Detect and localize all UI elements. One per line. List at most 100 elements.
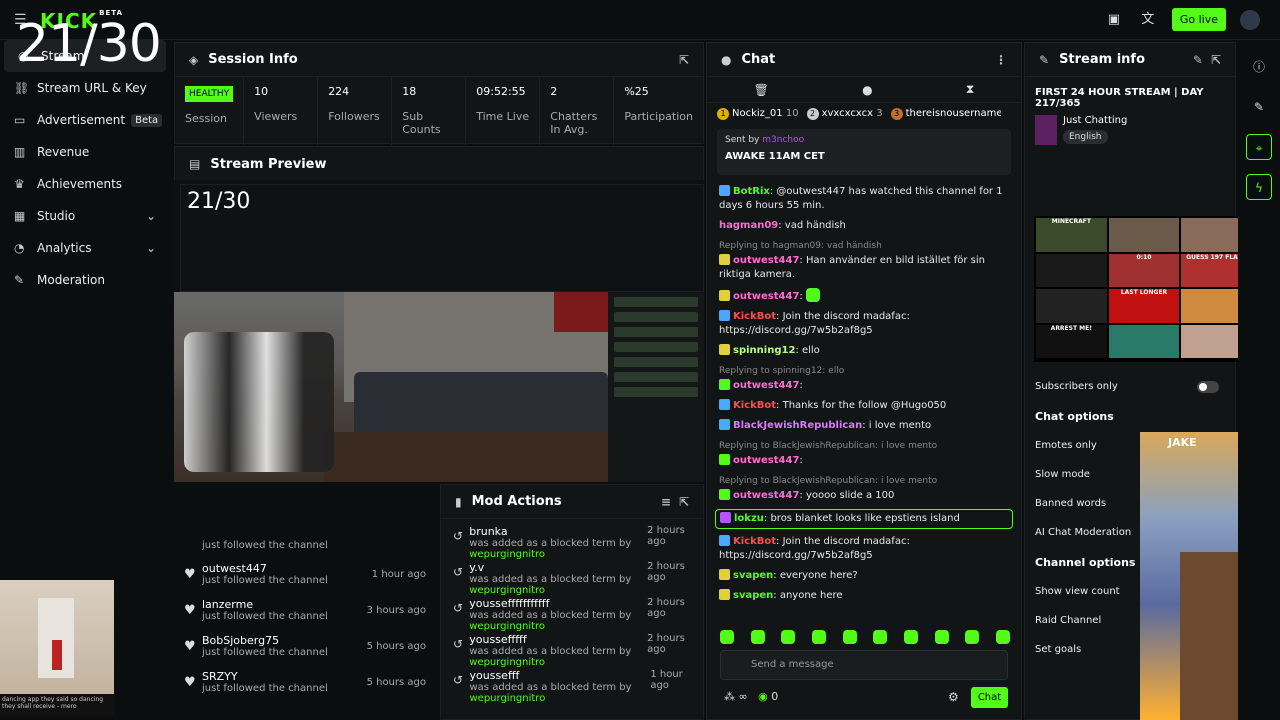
go-live-button[interactable]: Go live: [1171, 8, 1226, 31]
leader-3[interactable]: 3thereisnousernamedа: [890, 108, 1001, 120]
category[interactable]: Just Chatting English: [1025, 115, 1235, 145]
filter-icon[interactable]: ≡: [661, 495, 671, 509]
option-label: Subscribers only: [1035, 381, 1118, 392]
sidebar-item-moderation[interactable]: ✎ Moderation: [0, 264, 170, 296]
translate-icon[interactable]: 文: [1138, 10, 1158, 30]
thumb: ARREST ME!: [1036, 324, 1107, 358]
link-icon: ⛓: [14, 81, 30, 95]
sidebar-item-advertisement[interactable]: ▭ Advertisement Beta: [0, 104, 170, 136]
leader-2[interactable]: 2 xvxcxcxcx 3: [806, 108, 883, 120]
popout-icon[interactable]: ⇱: [679, 495, 689, 509]
chat-message: svapen: anyone here: [719, 589, 1009, 603]
ad-icon: ▭: [14, 113, 26, 127]
wrench-icon: ✎: [14, 273, 25, 287]
chat-username[interactable]: outwest447: [733, 455, 799, 466]
emote-icon[interactable]: [995, 630, 1010, 644]
rank-3-badge: 3: [890, 108, 903, 120]
sidebar-item-achievements[interactable]: ♛ Achievements: [0, 168, 170, 200]
emote-icon[interactable]: [873, 630, 888, 644]
badge-icon: [719, 419, 730, 430]
chat-username[interactable]: hagman09: [719, 220, 778, 231]
cam-caption: dancing app they said so dancing they sh…: [0, 694, 114, 716]
mod-name[interactable]: wepurgingnitro: [469, 657, 545, 668]
edit-icon[interactable]: ✎: [1193, 53, 1203, 67]
sidebar-item-stream-url-key[interactable]: ⛓ Stream URL & Key: [0, 72, 170, 104]
emote-icon[interactable]: [750, 630, 765, 644]
send-message-input[interactable]: Send a message: [720, 650, 1008, 680]
mod-name[interactable]: wepurgingnitro: [470, 693, 546, 704]
avatar[interactable]: [1240, 9, 1260, 30]
chat-username[interactable]: outwest447: [733, 490, 799, 501]
desc-text: was added as a blocked term by: [469, 610, 632, 621]
emote-icon[interactable]: [781, 630, 796, 644]
undo-icon[interactable]: ↺: [453, 525, 469, 549]
desc-text: was added as a blocked term by: [469, 538, 632, 549]
emote-icon[interactable]: [965, 630, 980, 644]
undo-icon[interactable]: ↺: [453, 597, 469, 621]
lightning-icon[interactable]: ϟ: [1246, 174, 1272, 200]
follower-name: outwest447: [202, 562, 267, 575]
mod-action-desc: was added as a blocked term by wepurging…: [469, 646, 647, 668]
chat-bubble-icon[interactable]: ●: [862, 83, 872, 97]
chat-username[interactable]: BotRix: [733, 186, 770, 197]
mod-name[interactable]: wepurgingnitro: [469, 585, 545, 596]
chevron-down-icon: ⌄: [145, 241, 156, 255]
heart-icon: ♥: [184, 674, 196, 690]
chat-text: ello: [801, 345, 820, 356]
mod-name[interactable]: wepurgingnitro: [469, 549, 545, 560]
theater-icon[interactable]: ▣: [1104, 10, 1124, 30]
trash-icon[interactable]: 🗑: [754, 83, 769, 97]
trophy-icon: ♛: [14, 177, 25, 191]
popout-icon[interactable]: ⇱: [1211, 53, 1221, 67]
category-name: Just Chatting: [1063, 115, 1128, 126]
chat-message-highlighted: lokzu: bros blanket looks like epstiens …: [715, 509, 1013, 529]
emote-icon[interactable]: [934, 630, 949, 644]
emote-icon[interactable]: [842, 630, 857, 644]
timestamp: 3 hours ago: [366, 604, 426, 616]
chat-text: i love mento: [868, 420, 932, 431]
emote-icon[interactable]: [720, 630, 734, 644]
chat-username[interactable]: outwest447: [733, 291, 799, 302]
hourglass-icon[interactable]: ⧗: [966, 82, 974, 97]
leader-1[interactable]: 1 Nockiz_01 10: [717, 108, 799, 120]
game-player-name: JAKE: [1168, 436, 1197, 449]
stream-preview-video[interactable]: 21/30: [174, 180, 704, 482]
pencil-icon[interactable]: ✎: [1246, 94, 1272, 120]
chat-send-button[interactable]: Chat: [971, 687, 1008, 708]
chat-username[interactable]: svapen: [733, 570, 773, 581]
chat-username[interactable]: BlackJewishRepublican: [733, 420, 862, 431]
mod-action-text: youssefff was added as a blocked term by …: [470, 669, 651, 704]
emote-icon[interactable]: [903, 630, 918, 644]
emote-icon[interactable]: [811, 630, 826, 644]
chat-username[interactable]: lokzu: [734, 513, 764, 524]
chat-username[interactable]: svapen: [733, 590, 773, 601]
gear-icon[interactable]: ⚙: [948, 690, 959, 704]
undo-icon[interactable]: ↺: [453, 669, 470, 693]
chat-username[interactable]: spinning12: [733, 345, 795, 356]
undo-icon[interactable]: ↺: [453, 561, 469, 585]
chat-footer-left: ⁂ ∞ ◉ 0: [724, 690, 778, 703]
info-icon[interactable]: ⓘ: [1246, 54, 1272, 80]
chat-username[interactable]: outwest447: [733, 380, 799, 391]
sidebar-item-revenue[interactable]: ▥ Revenue: [0, 136, 170, 168]
follower-name: BobSjoberg75: [202, 634, 280, 647]
more-icon[interactable]: ⋮: [995, 53, 1007, 67]
users-icon[interactable]: ⁂ ∞: [724, 690, 748, 703]
chat-username[interactable]: outwest447: [733, 255, 799, 266]
badge-icon: [719, 399, 730, 410]
sidebar-item-studio[interactable]: ▦ Studio ⌄: [0, 200, 170, 232]
mod-name[interactable]: wepurgingnitro: [469, 621, 545, 632]
popout-icon[interactable]: ⇱: [679, 53, 689, 67]
chat-username[interactable]: KickBot: [733, 536, 776, 547]
chat-line-shape: [614, 327, 698, 337]
sidebar-item-analytics[interactable]: ◔ Analytics ⌄: [0, 232, 170, 264]
subscribers-only-toggle[interactable]: [1197, 380, 1219, 393]
chat-username[interactable]: KickBot: [733, 311, 776, 322]
chat-username[interactable]: KickBot: [733, 400, 776, 411]
pinned-message[interactable]: Sent by m3nchoo AWAKE 11AM CET: [717, 129, 1011, 175]
stat-value: 18: [402, 85, 417, 98]
subscribers-only-row: Subscribers only: [1025, 372, 1235, 401]
mod-action-desc: was added as a blocked term by wepurging…: [470, 682, 651, 704]
undo-icon[interactable]: ↺: [453, 633, 469, 657]
target-icon[interactable]: ⌖: [1246, 134, 1272, 160]
